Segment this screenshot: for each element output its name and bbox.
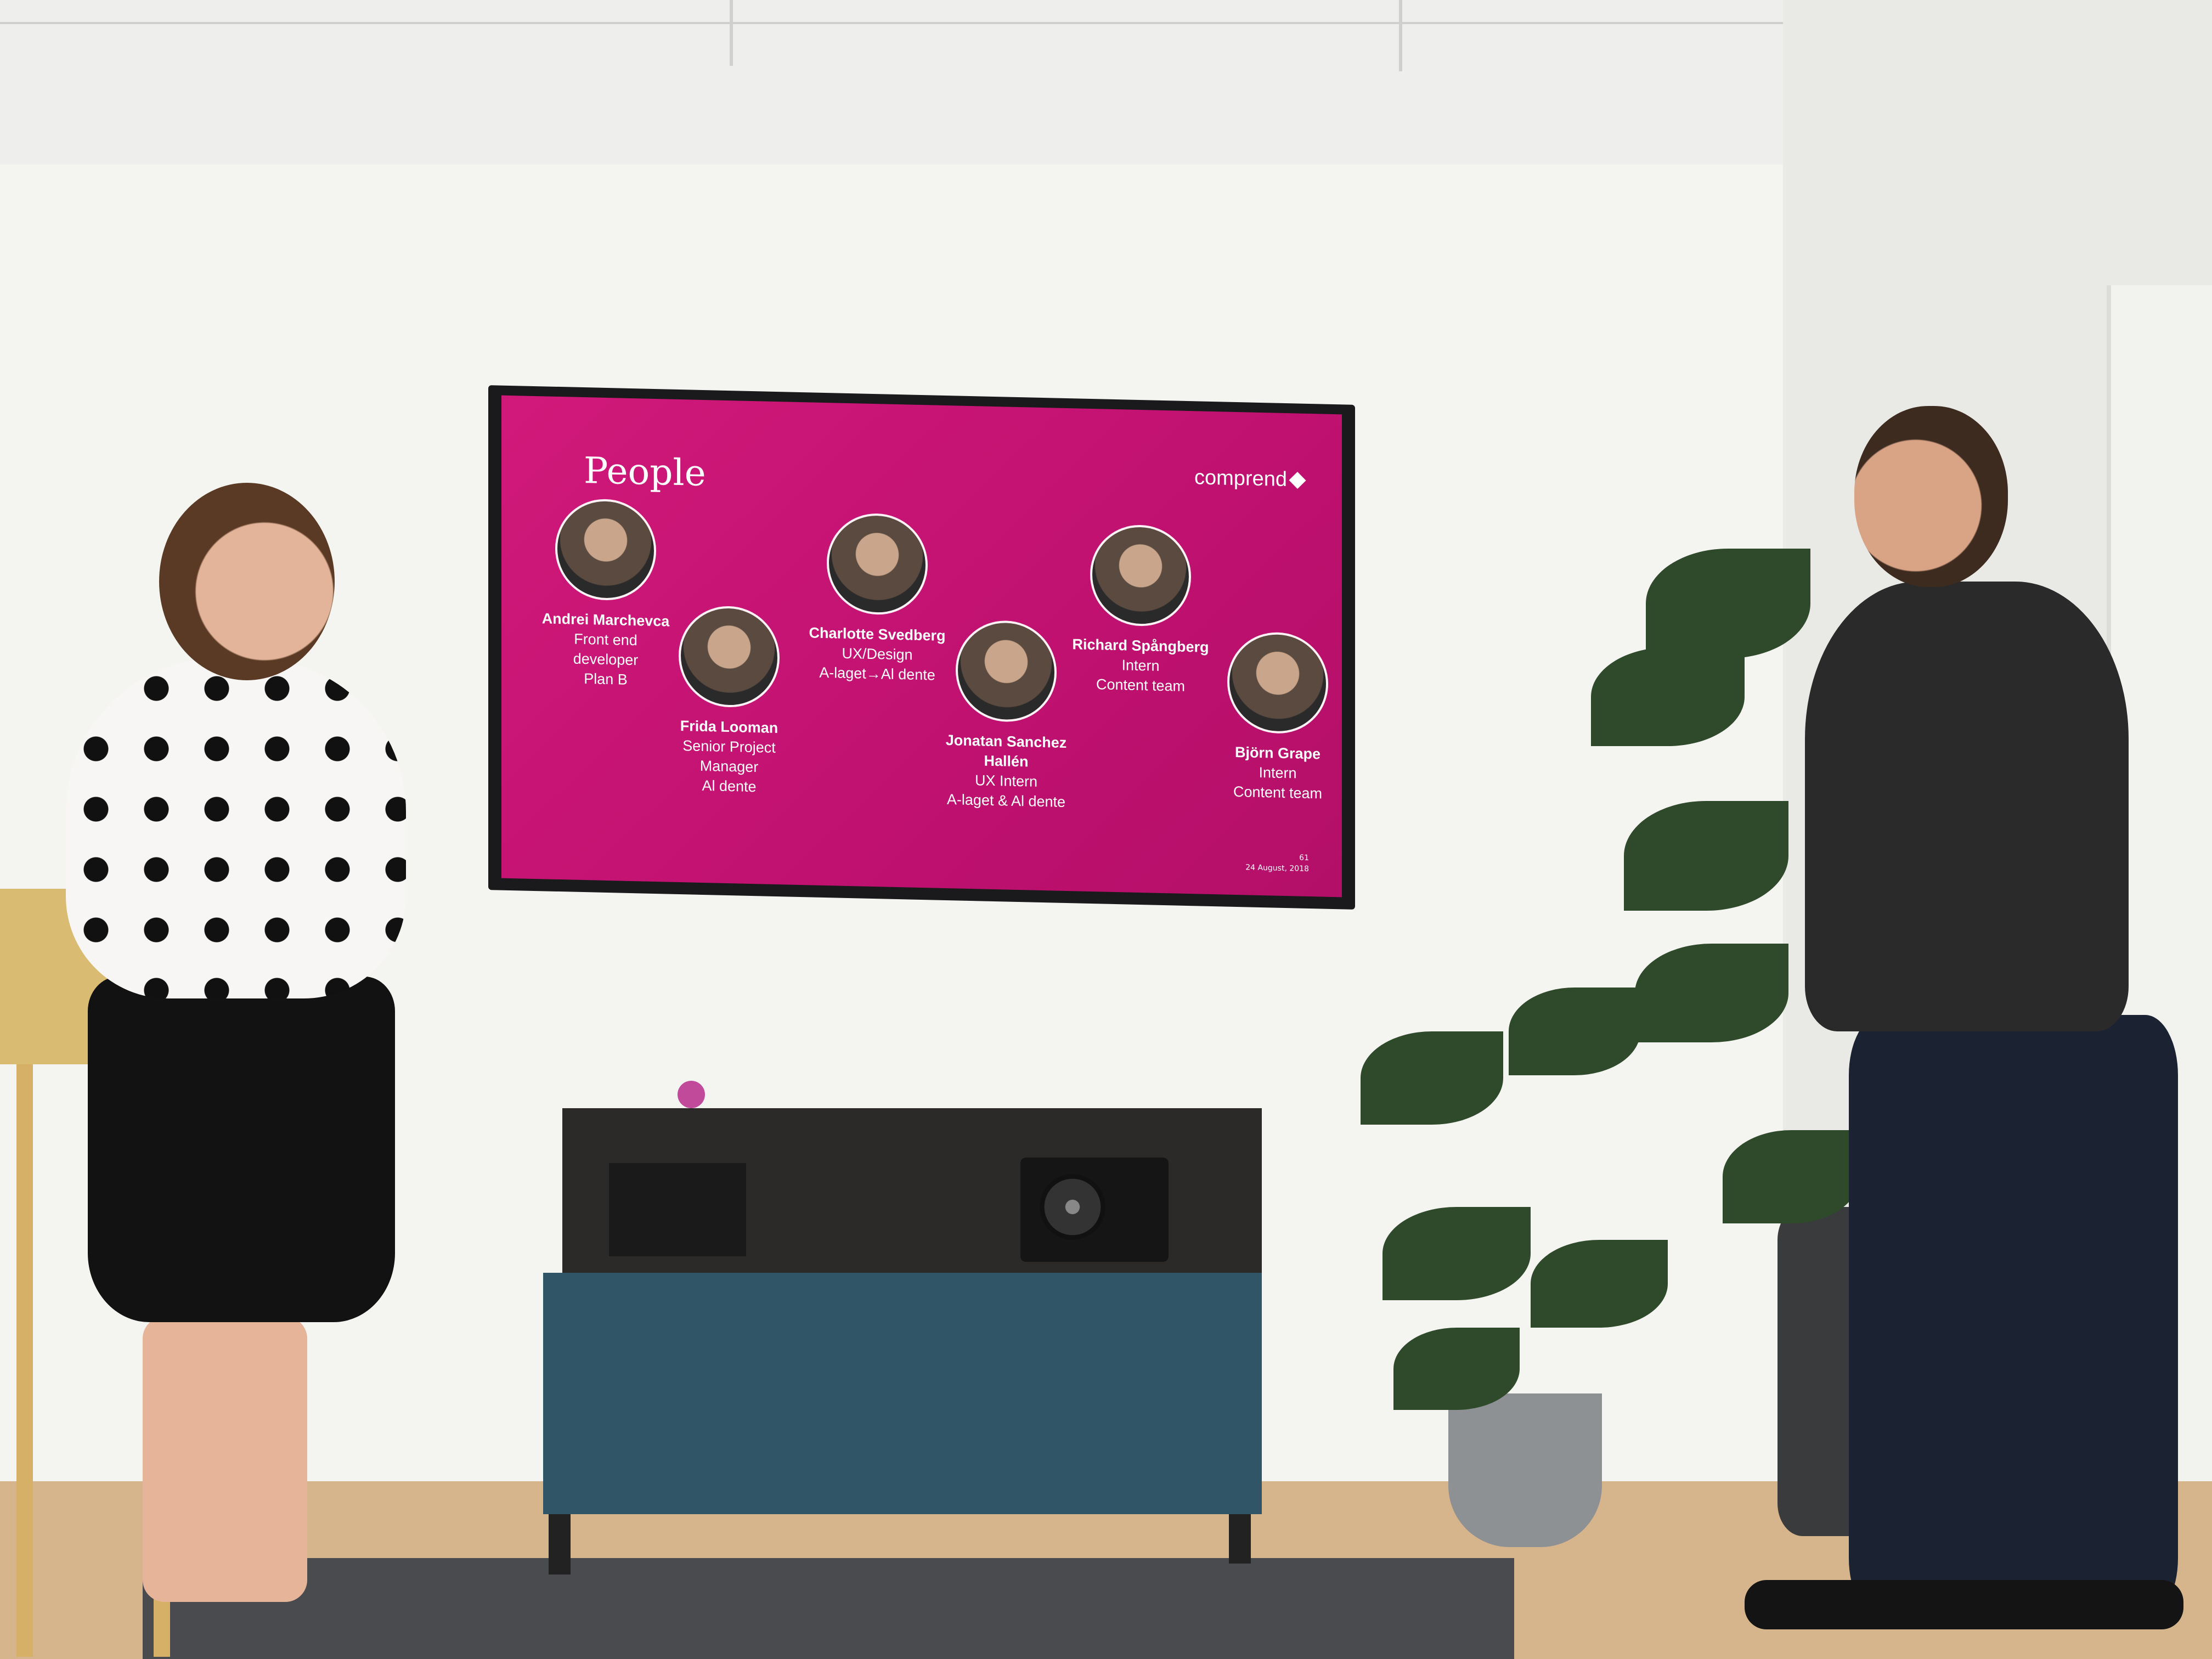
- avatar: [827, 512, 928, 616]
- person-detail: Content team: [1233, 783, 1323, 802]
- plant-leaf: [1646, 549, 1810, 658]
- media-cabinet-doors: [543, 1273, 1262, 1514]
- plant-leaf: [1531, 1240, 1668, 1328]
- plant-leaf: [1361, 1031, 1503, 1125]
- slide-footer: 61 24 August, 2018: [1245, 851, 1309, 874]
- plant-leaf: [1509, 988, 1640, 1075]
- person-detail: A-laget & Al dente: [946, 791, 1066, 810]
- plant-leaf: [1383, 1207, 1531, 1300]
- slide-page-number: 61: [1299, 853, 1309, 863]
- presenter-man-jeans: [1849, 1015, 2178, 1618]
- rubber-duck: [678, 1081, 705, 1108]
- brand-mark-icon: [1289, 471, 1306, 489]
- plant-pot: [1448, 1393, 1602, 1547]
- presenter-woman-blouse: [66, 658, 406, 998]
- presenter-man-shoes: [1745, 1580, 2183, 1629]
- avatar: [1227, 631, 1328, 735]
- amplifier: [609, 1163, 746, 1256]
- presenter-man-tshirt: [1805, 582, 2129, 1031]
- slide-title: People: [584, 449, 706, 495]
- rug: [143, 1558, 1514, 1659]
- avatar: [956, 619, 1057, 723]
- avatar: [555, 498, 656, 602]
- cabinet-leg: [549, 1514, 571, 1575]
- slide-date: 24 August, 2018: [1245, 863, 1309, 874]
- person-detail: Al dente: [702, 777, 757, 795]
- cabinet-leg: [1229, 1514, 1251, 1564]
- ceiling-seam: [730, 0, 733, 66]
- ceiling-seam: [1399, 0, 1402, 71]
- presenter-woman-head: [159, 483, 335, 680]
- person-card: Björn Grape Intern Content team: [1195, 630, 1342, 804]
- plant-leaf: [1723, 1130, 1860, 1223]
- speaker-cone: [1040, 1174, 1105, 1240]
- tv-screen: People comprend Andrei Marchevca Front e…: [488, 385, 1355, 910]
- presenter-woman-skirt: [88, 977, 395, 1322]
- presenter-man-head: [1854, 406, 2008, 587]
- plant-leaf: [1591, 647, 1745, 746]
- brand-logo: comprend: [1194, 466, 1306, 492]
- presenter-woman-legs: [143, 1317, 307, 1602]
- presentation-slide: People comprend Andrei Marchevca Front e…: [501, 395, 1342, 898]
- avatar: [679, 605, 780, 709]
- person-name: Jonatan Sanchez Hallén: [945, 731, 1067, 770]
- brand-name: comprend: [1194, 466, 1287, 492]
- plant-leaf: [1635, 944, 1788, 1042]
- avatar: [1090, 523, 1191, 628]
- person-card: Frida Looman Senior Project Manager Al d…: [647, 605, 811, 798]
- plant-leaf: [1624, 801, 1788, 911]
- plant-leaf: [1393, 1328, 1520, 1410]
